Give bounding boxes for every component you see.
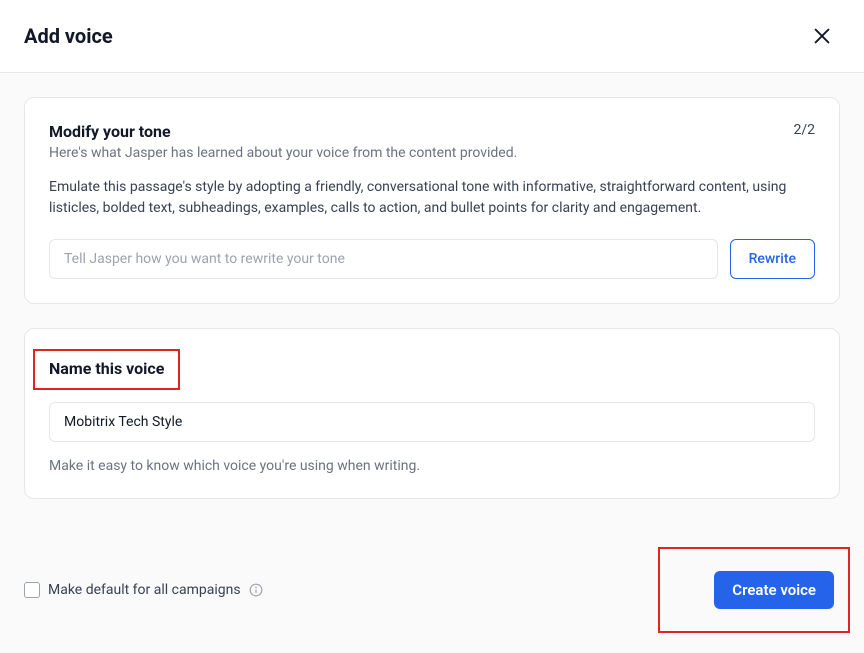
default-campaigns-label: Make default for all campaigns [48,582,241,598]
voice-name-input[interactable] [49,402,815,442]
modify-tone-card: Modify your tone Here's what Jasper has … [24,97,840,304]
rewrite-button[interactable]: Rewrite [730,239,815,279]
rewrite-row: Rewrite [49,239,815,279]
modify-tone-subtitle: Here's what Jasper has learned about you… [49,145,517,161]
close-icon [811,25,833,47]
default-campaigns-option: Make default for all campaigns [24,582,263,598]
dialog-footer: Make default for all campaigns Create vo… [0,547,864,653]
rewrite-input[interactable] [49,239,718,279]
close-button[interactable] [810,24,834,48]
name-voice-card: Name this voice Make it easy to know whi… [24,328,840,499]
tone-description: Emulate this passage's style by adopting… [49,177,815,219]
voice-name-helper: Make it easy to know which voice you're … [49,458,815,474]
create-button-highlight: Create voice [658,547,850,633]
dialog-header: Add voice [0,0,864,73]
create-voice-button[interactable]: Create voice [714,571,834,609]
modify-tone-title: Modify your tone [49,122,517,141]
card-header: Modify your tone Here's what Jasper has … [49,122,815,161]
dialog-content: Modify your tone Here's what Jasper has … [0,73,864,547]
default-campaigns-checkbox[interactable] [24,582,40,598]
name-label-highlight: Name this voice [33,349,180,390]
info-icon[interactable] [249,583,263,597]
name-voice-label: Name this voice [49,359,164,378]
dialog-title: Add voice [24,24,113,48]
step-counter: 2/2 [793,122,815,138]
